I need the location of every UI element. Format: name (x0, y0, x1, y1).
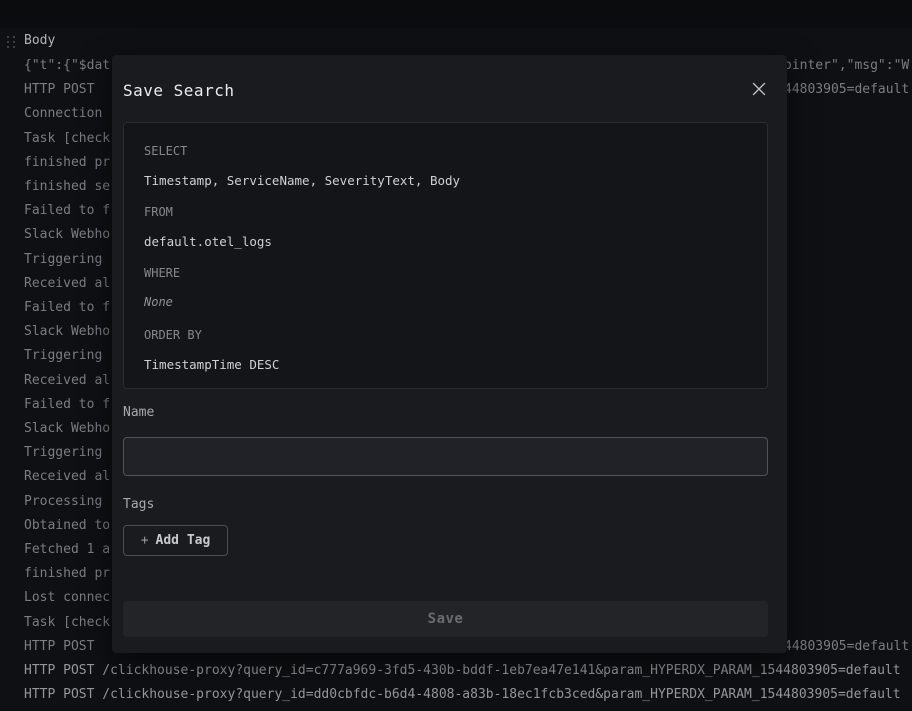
log-line: HTTP POST /clickhouse-proxy?query_id=dd0… (24, 687, 901, 703)
body-column-header: Body (24, 33, 55, 48)
where-value: None (144, 295, 173, 309)
from-value: default.otel_logs (144, 234, 272, 249)
order-by-label: ORDER BY (144, 328, 202, 342)
log-line: finished se (24, 179, 110, 195)
log-line: Failed to f (24, 203, 110, 219)
log-line: Received al (24, 373, 110, 389)
log-line: Triggering (24, 445, 102, 461)
log-line: Slack Webho (24, 227, 110, 243)
log-line-right-fragment: 44803905=default (784, 82, 909, 98)
log-line: Processing (24, 494, 102, 510)
log-line: Task [check (24, 131, 110, 147)
log-line: Slack Webho (24, 324, 110, 340)
order-by-value: TimestampTime DESC (144, 357, 279, 372)
where-label: WHERE (144, 266, 180, 280)
log-line: Obtained to (24, 518, 110, 534)
log-line: HTTP POST (24, 82, 102, 98)
save-button[interactable]: Save (123, 601, 768, 637)
plus-icon: + (141, 533, 149, 548)
add-tag-label: Add Tag (156, 533, 211, 548)
log-line: HTTP POST (24, 639, 102, 655)
log-line: Slack Webho (24, 421, 110, 437)
query-preview-box: SELECT Timestamp, ServiceName, SeverityT… (123, 122, 768, 389)
drag-handle-icon (7, 36, 15, 48)
log-line: {"t":{"$dat (24, 58, 110, 74)
log-line: Received al (24, 469, 110, 485)
close-icon[interactable] (747, 77, 771, 101)
log-line: HTTP POST /clickhouse-proxy?query_id=c77… (24, 663, 901, 679)
tags-field-label: Tags (123, 497, 154, 512)
log-line: Task [check (24, 615, 110, 631)
name-input[interactable] (123, 437, 768, 476)
name-field-label: Name (123, 405, 154, 420)
add-tag-button[interactable]: + Add Tag (123, 525, 228, 556)
log-line: Triggering (24, 348, 102, 364)
log-line: Received al (24, 276, 110, 292)
save-search-modal: Save Search SELECT Timestamp, ServiceNam… (112, 55, 787, 653)
from-label: FROM (144, 205, 173, 219)
log-line: Connection (24, 106, 102, 122)
log-line: Failed to f (24, 300, 110, 316)
log-line: Fetched 1 a (24, 542, 110, 558)
select-label: SELECT (144, 144, 187, 158)
log-line: finished pr (24, 566, 110, 582)
log-line: Failed to f (24, 397, 110, 413)
log-line-right-fragment: 44803905=default (784, 639, 909, 655)
close-x-glyph (751, 81, 767, 97)
log-line: Triggering (24, 252, 102, 268)
log-line: Lost connec (24, 590, 110, 606)
select-value: Timestamp, ServiceName, SeverityText, Bo… (144, 173, 460, 188)
modal-title: Save Search (123, 81, 234, 100)
log-line: finished pr (24, 155, 110, 171)
log-line-right-fragment: ointer","msg":"W (784, 58, 909, 74)
